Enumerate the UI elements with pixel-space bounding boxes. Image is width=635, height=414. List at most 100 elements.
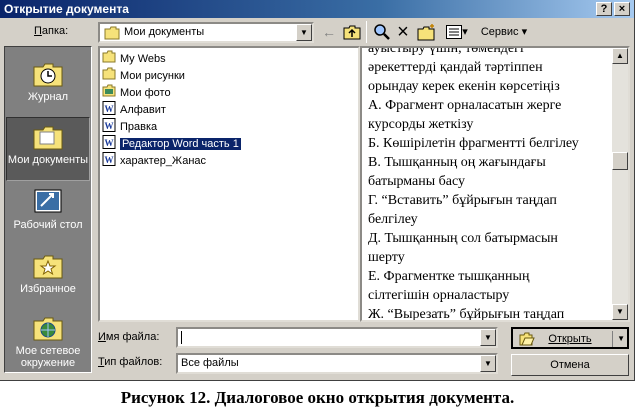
list-item[interactable]: Мои фото — [102, 84, 171, 100]
delete-button[interactable]: × — [394, 21, 412, 43]
look-in-label: Папка: — [34, 25, 69, 37]
preview-text: ауыстыру үшін, төмендегі әрекеттерді қан… — [368, 46, 614, 322]
filetype-label: Тип файлов: — [98, 356, 163, 368]
open-button-label: Открыть — [548, 333, 592, 345]
filetype-value: Все файлы — [181, 357, 239, 369]
desktop-icon — [34, 189, 62, 213]
chevron-down-icon[interactable]: ▼ — [480, 329, 496, 346]
look-in-value: Мои документы — [124, 26, 205, 38]
preview-line: әрекеттерді қандай тәртіппен — [368, 60, 543, 75]
new-folder-button[interactable] — [416, 21, 438, 43]
place-label: Избранное — [20, 283, 76, 295]
preview-line: Ж. “Вырезать” бұйрығын таңдап — [368, 307, 565, 322]
file-name: характер_Жанас — [120, 155, 207, 167]
file-name: Мои рисунки — [120, 70, 185, 82]
list-item[interactable]: My Webs — [102, 50, 166, 66]
word-doc-icon: W — [102, 101, 116, 115]
preview-line: белгілеу — [368, 212, 418, 227]
file-name: My Webs — [120, 53, 166, 65]
search-web-button[interactable] — [372, 21, 392, 43]
svg-text:W: W — [105, 155, 114, 165]
file-name: Алфавит — [120, 104, 166, 116]
scroll-thumb[interactable] — [612, 152, 628, 170]
preview-line: орындау керек екенін көрсетіңіз — [368, 79, 560, 94]
up-one-level-button[interactable] — [342, 21, 362, 43]
file-name: Мои фото — [120, 87, 171, 99]
window-title: Открытие документа — [4, 2, 129, 16]
preview-line: ауыстыру үшін, төмендегі — [368, 46, 524, 56]
filename-input[interactable]: ▼ — [176, 327, 498, 348]
views-button[interactable]: ▾ — [442, 21, 472, 43]
list-item[interactable]: W Правка — [102, 118, 157, 134]
list-item-selected[interactable]: W Редактор Word часть 1 — [102, 135, 241, 151]
title-bar: Открытие документа ? × — [0, 0, 634, 18]
up-folder-icon — [343, 25, 361, 40]
history-icon — [33, 63, 63, 87]
place-favorites[interactable]: Избранное — [6, 247, 90, 311]
place-label: Мои документы — [7, 154, 89, 166]
favorites-icon — [33, 255, 63, 279]
place-desktop[interactable]: Рабочий стол — [6, 183, 90, 247]
preview-line: курсорды жеткізу — [368, 117, 474, 132]
look-in-dropdown[interactable]: Мои документы ▼ — [98, 22, 314, 43]
tools-menu-button[interactable]: Сервис ▾ — [476, 21, 532, 43]
places-bar: Журнал Мои документы Рабочий стол Избран… — [4, 46, 92, 373]
place-history[interactable]: Журнал — [6, 55, 90, 119]
place-label: Журнал — [27, 91, 69, 103]
list-item[interactable]: Мои рисунки — [102, 67, 185, 83]
list-item[interactable]: W Алфавит — [102, 101, 166, 117]
preview-line: Е. Фрагментке тышқанның — [368, 269, 530, 284]
views-icon — [446, 25, 463, 39]
photo-folder-icon — [102, 84, 116, 97]
preview-line: батырманы басу — [368, 174, 466, 189]
open-button[interactable]: Открыть ▼ — [511, 327, 629, 349]
svg-text:W: W — [105, 121, 114, 131]
open-document-dialog: Открытие документа ? × Папка: Мои докуме… — [0, 0, 635, 381]
folder-icon — [104, 26, 120, 40]
preview-line: шерту — [368, 250, 405, 265]
back-button[interactable]: ← — [320, 21, 338, 43]
new-folder-icon — [417, 24, 435, 41]
cancel-button[interactable]: Отмена — [511, 354, 629, 376]
preview-line: В. Тышқанның оң жағындағы — [368, 155, 546, 170]
file-name: Правка — [120, 121, 158, 133]
filetype-select[interactable]: Все файлы ▼ — [176, 353, 498, 374]
text-cursor — [181, 331, 182, 344]
word-doc-icon: W — [102, 118, 116, 132]
chevron-down-icon[interactable]: ▼ — [480, 355, 496, 372]
preview-scrollbar[interactable]: ▲ ▼ — [612, 48, 628, 320]
place-label: Рабочий стол — [13, 219, 83, 231]
split-separator — [612, 331, 613, 347]
views-dropdown-arrow: ▾ — [462, 26, 468, 38]
folder-icon — [102, 50, 116, 63]
scroll-up-button[interactable]: ▲ — [612, 48, 628, 64]
preview-line: Б. Көшірілетін фрагментті белгілеу — [368, 136, 579, 151]
tools-menu-label: Сервис — [480, 26, 519, 38]
file-list[interactable]: My Webs Мои рисунки Мои фото W Алфавит WП… — [98, 46, 360, 322]
open-folder-icon — [519, 332, 535, 346]
place-label: Мое сетевое окружение — [15, 345, 81, 369]
preview-line: сілтегішін орналастыру — [368, 288, 510, 303]
place-network[interactable]: Мое сетевое окружение — [6, 309, 90, 373]
scroll-down-button[interactable]: ▼ — [612, 304, 628, 320]
close-button[interactable]: × — [614, 2, 630, 16]
list-item[interactable]: Wхарактер_Жанас — [102, 152, 206, 168]
file-name: Редактор Word часть 1 — [120, 138, 241, 150]
word-doc-icon: W — [102, 152, 116, 166]
chevron-down-icon[interactable]: ▼ — [296, 24, 312, 41]
folder-icon — [102, 67, 116, 80]
chevron-down-icon[interactable]: ▼ — [617, 329, 625, 349]
my-documents-icon — [33, 126, 63, 150]
preview-line: Г. “Вставить” бұйрығын таңдап — [368, 193, 557, 208]
place-my-documents[interactable]: Мои документы — [6, 117, 90, 181]
network-icon — [33, 317, 63, 341]
preview-pane: ауыстыру үшін, төмендегі әрекеттерді қан… — [360, 46, 630, 322]
filename-label: Имя файла: — [98, 331, 160, 343]
figure-caption: Рисунок 12. Диалоговое окно открытия док… — [120, 388, 515, 407]
help-button[interactable]: ? — [596, 2, 612, 16]
preview-line: А. Фрагмент орналасатын жерге — [368, 98, 562, 113]
word-doc-icon: W — [102, 135, 116, 149]
svg-text:W: W — [105, 138, 114, 148]
preview-line: Д. Тышқанның сол батырмасын — [368, 231, 558, 246]
search-icon — [374, 24, 390, 40]
